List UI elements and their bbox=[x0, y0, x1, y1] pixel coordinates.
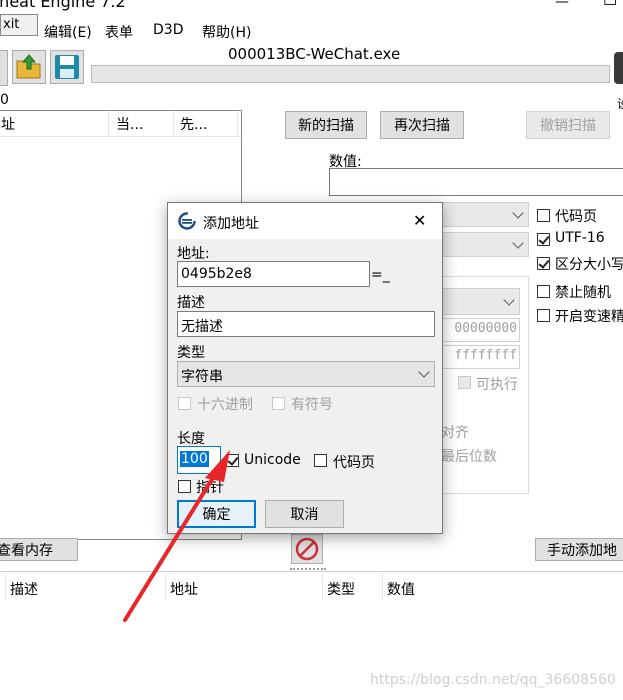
watermark-text: https://blog.csdn.net/qq_36608560 bbox=[370, 672, 616, 688]
annotation-arrow bbox=[123, 450, 230, 622]
